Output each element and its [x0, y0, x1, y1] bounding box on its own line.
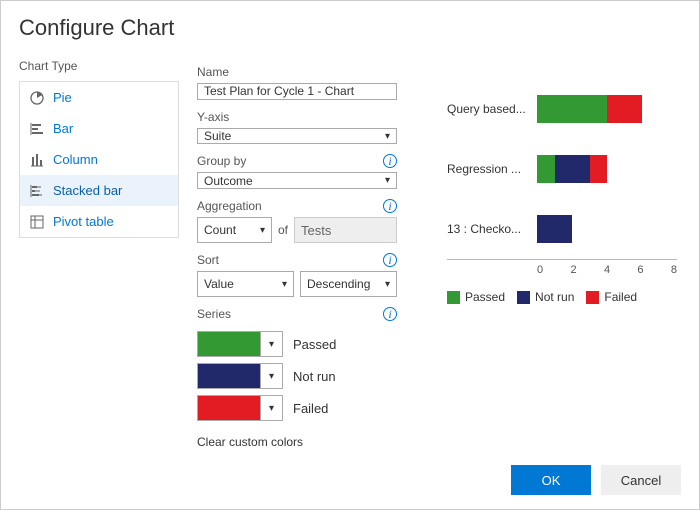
legend-item: Failed: [586, 290, 637, 304]
bar-segment: [537, 95, 607, 123]
chevron-down-icon: ▾: [260, 364, 282, 388]
chart-type-label: Pie: [53, 90, 72, 105]
chart-type-stacked-bar[interactable]: Stacked bar: [20, 175, 178, 206]
axis-tick: 0: [537, 264, 543, 276]
chart-type-label: Column: [53, 152, 98, 167]
series-label: Seriesi: [197, 307, 397, 321]
chevron-down-icon: ▾: [385, 131, 390, 142]
bar-icon: [30, 122, 44, 136]
bar-segment: [555, 155, 590, 183]
chart-type-sidebar: Chart Type Pie Bar Column Stacked bar Pivot …: [19, 59, 179, 449]
aggregation-field: Tests: [294, 217, 397, 243]
pivot-table-icon: [30, 215, 44, 229]
cancel-button[interactable]: Cancel: [601, 465, 681, 495]
series-name: Passed: [293, 337, 336, 352]
dialog-footer: OK Cancel: [511, 465, 681, 495]
chart-type-label: Chart Type: [19, 59, 179, 73]
series-row: ▾ Passed: [197, 331, 397, 357]
clear-colors-link[interactable]: Clear custom colors: [197, 435, 397, 449]
info-icon[interactable]: i: [383, 154, 397, 168]
groupby-select[interactable]: Outcome▾: [197, 172, 397, 189]
sort-field-select[interactable]: Value▾: [197, 271, 294, 297]
series-row: ▾ Not run: [197, 363, 397, 389]
bar-segment: [537, 155, 555, 183]
chevron-down-icon: ▾: [260, 396, 282, 420]
color-picker[interactable]: ▾: [197, 331, 283, 357]
chart-type-label: Pivot table: [53, 214, 114, 229]
axis-tick: 6: [637, 264, 643, 276]
configure-form: Name Y-axis Suite▾ Group byi Outcome▾ Ag…: [197, 59, 397, 449]
name-input[interactable]: [197, 83, 397, 100]
chevron-down-icon: ▾: [260, 332, 282, 356]
info-icon[interactable]: i: [383, 199, 397, 213]
yaxis-label: Y-axis: [197, 110, 397, 124]
series-name: Not run: [293, 369, 336, 384]
axis-tick: 8: [671, 264, 677, 276]
name-label: Name: [197, 65, 397, 79]
of-label: of: [278, 223, 288, 237]
aggregation-label: Aggregationi: [197, 199, 397, 213]
bar-segment: [537, 215, 572, 243]
chart-legend: Passed Not run Failed: [447, 290, 677, 304]
column-icon: [30, 153, 44, 167]
sort-label: Sorti: [197, 253, 397, 267]
legend-item: Not run: [517, 290, 574, 304]
category-label: 13 : Checko...: [447, 222, 537, 236]
category-label: Regression ...: [447, 162, 537, 176]
chevron-down-icon: ▾: [385, 175, 390, 186]
groupby-label: Group byi: [197, 154, 397, 168]
pie-icon: [30, 91, 44, 105]
chart-type-list: Pie Bar Column Stacked bar Pivot table: [19, 81, 179, 238]
info-icon[interactable]: i: [383, 307, 397, 321]
bar-segment: [607, 95, 642, 123]
chart-type-pivot-table[interactable]: Pivot table: [20, 206, 178, 237]
chart-type-bar[interactable]: Bar: [20, 113, 178, 144]
yaxis-select[interactable]: Suite▾: [197, 128, 397, 145]
axis-tick: 4: [604, 264, 610, 276]
chart-type-label: Stacked bar: [53, 183, 122, 198]
info-icon[interactable]: i: [383, 253, 397, 267]
chevron-down-icon: ▾: [260, 225, 265, 236]
sort-direction-select[interactable]: Descending▾: [300, 271, 397, 297]
chevron-down-icon: ▾: [385, 279, 390, 290]
color-picker[interactable]: ▾: [197, 363, 283, 389]
bar-segment: [590, 155, 608, 183]
legend-item: Passed: [447, 290, 505, 304]
chart-bar-row: 13 : Checko...: [447, 199, 677, 259]
chart-type-label: Bar: [53, 121, 73, 136]
chart-type-pie[interactable]: Pie: [20, 82, 178, 113]
stacked-bar-icon: [30, 184, 44, 198]
chart-bar-row: Regression ...: [447, 139, 677, 199]
chart-bar-row: Query based...: [447, 79, 677, 139]
axis-tick: 2: [570, 264, 576, 276]
chart-preview: Query based... Regression ... 13 : Checko.…: [415, 59, 681, 449]
category-label: Query based...: [447, 102, 537, 116]
configure-chart-dialog: Configure Chart Chart Type Pie Bar Column S…: [0, 0, 700, 510]
ok-button[interactable]: OK: [511, 465, 591, 495]
dialog-title: Configure Chart: [19, 15, 681, 41]
color-picker[interactable]: ▾: [197, 395, 283, 421]
aggregation-select[interactable]: Count▾: [197, 217, 272, 243]
chart-type-column[interactable]: Column: [20, 144, 178, 175]
series-row: ▾ Failed: [197, 395, 397, 421]
series-name: Failed: [293, 401, 328, 416]
chevron-down-icon: ▾: [282, 279, 287, 290]
